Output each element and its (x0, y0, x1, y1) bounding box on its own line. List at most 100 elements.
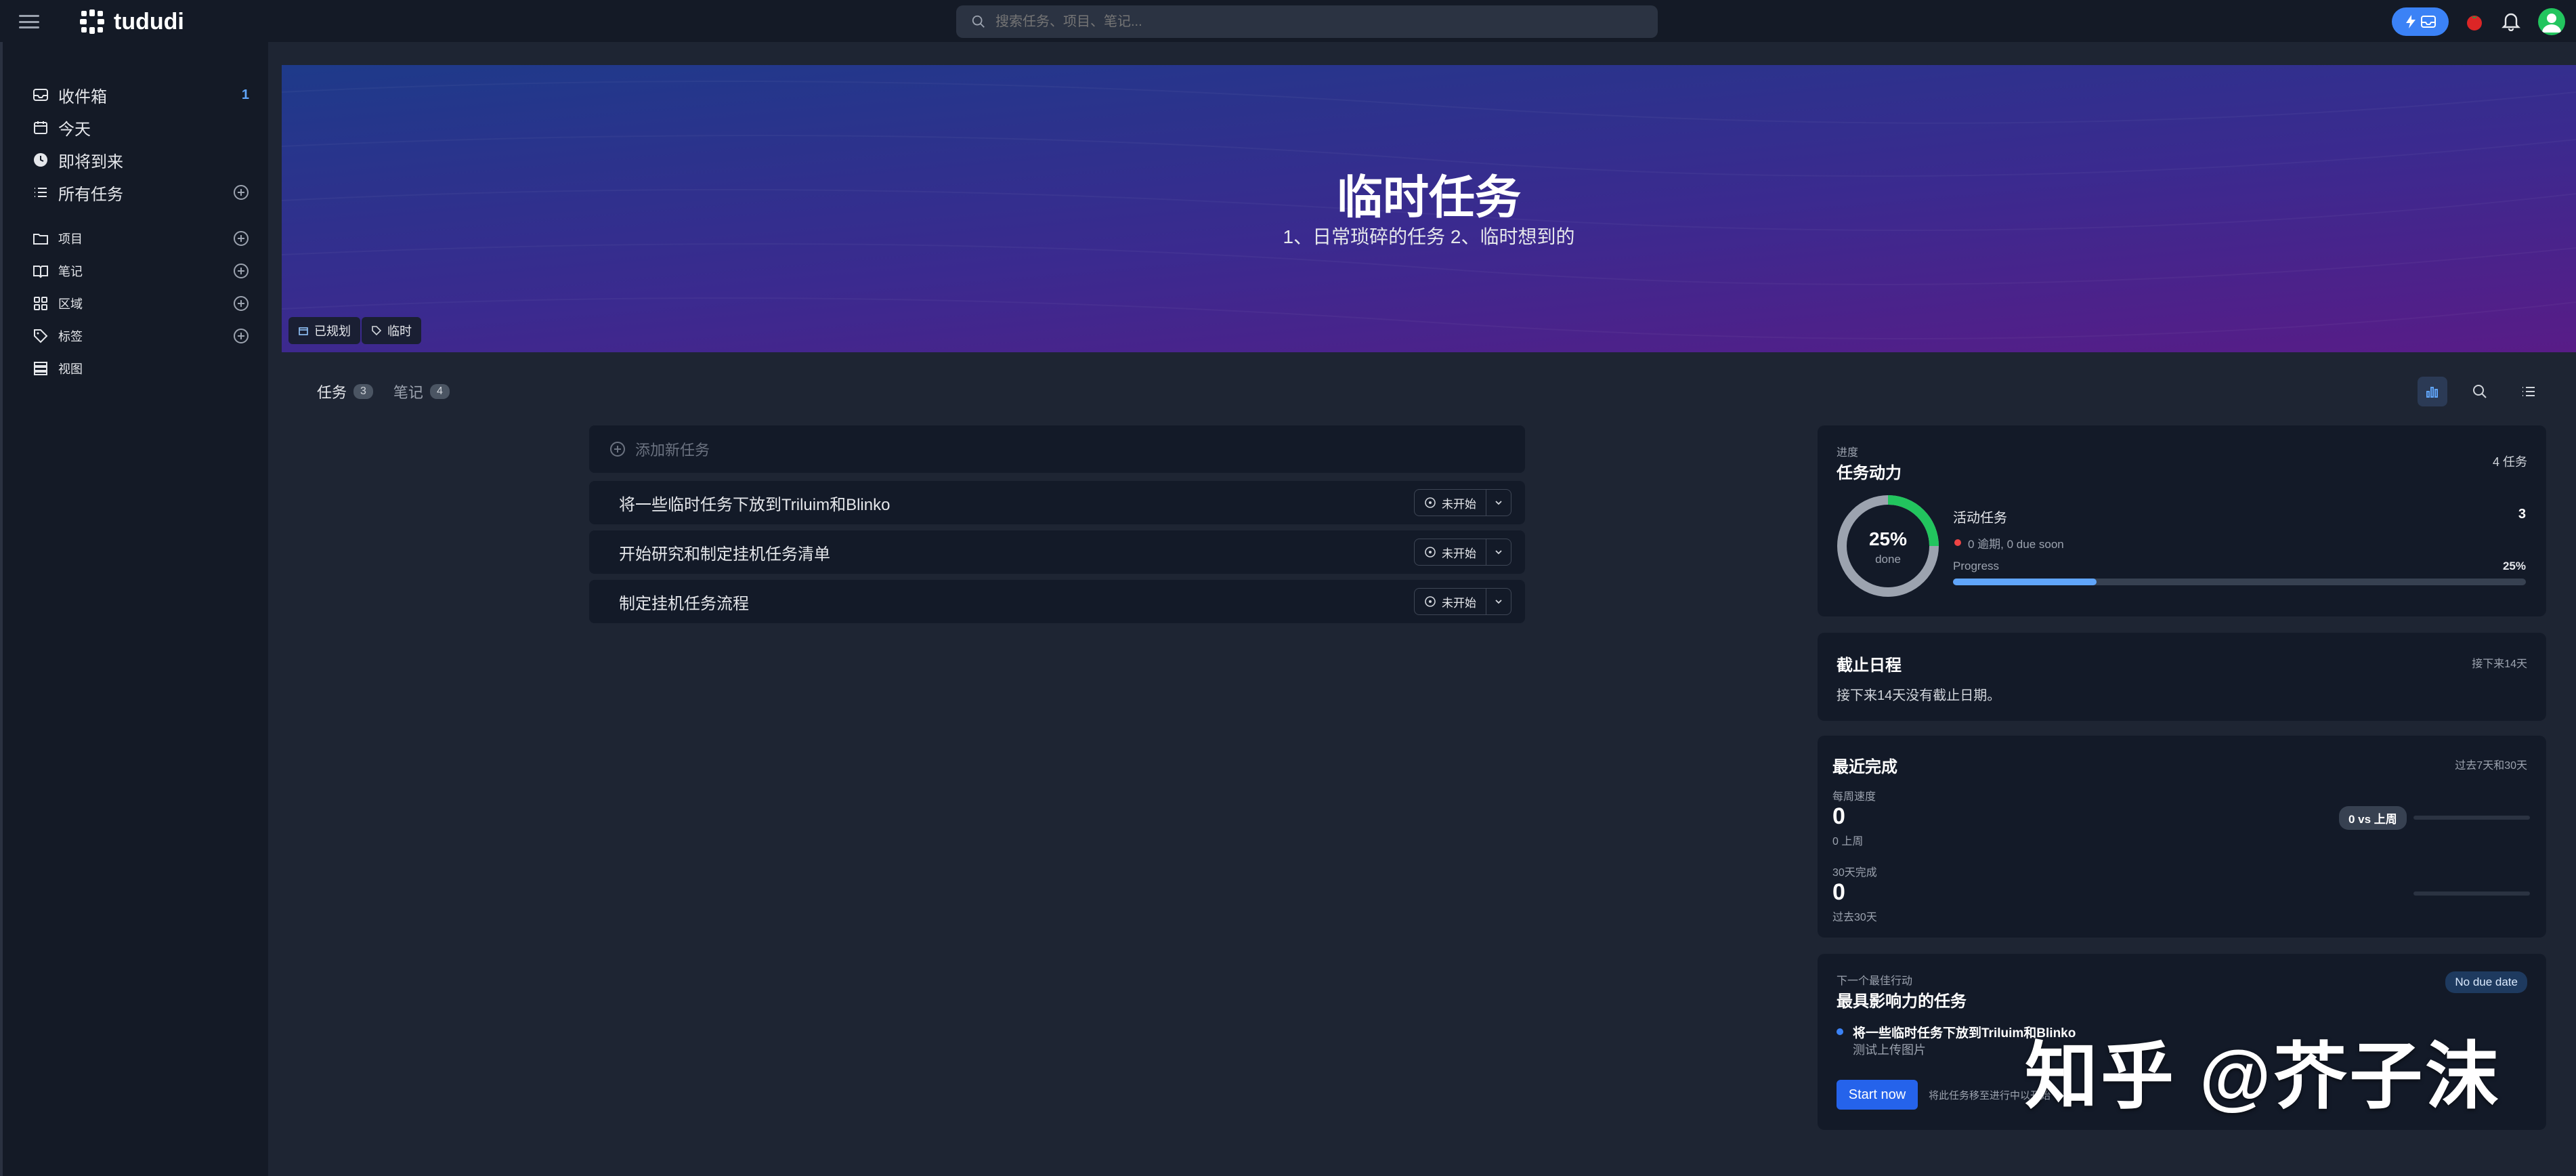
active-tasks-label: 活动任务 (1953, 511, 2007, 526)
task-total: 4 任务 (2492, 455, 2527, 469)
sidebar: 收件箱 1 今天 即将到来 所有任务 项目 笔记 区域 标签 视图 (0, 42, 268, 1176)
done-label: done (1875, 553, 1901, 566)
status-dropdown[interactable] (1486, 597, 1511, 606)
sidebar-item-projects[interactable]: 项目 (33, 225, 249, 252)
search-icon (972, 15, 985, 28)
project-status-chip[interactable]: 已规划 (288, 317, 360, 344)
task-title: 开始研究和制定挂机任务清单 (619, 545, 830, 564)
monthly-value: 0 (1832, 879, 1845, 905)
sidebar-item-notes[interactable]: 笔记 (33, 257, 249, 285)
sidebar-item-label: 项目 (58, 232, 83, 246)
sidebar-item-label: 笔记 (58, 265, 83, 278)
status-button[interactable]: 未开始 (1415, 589, 1486, 614)
avatar[interactable] (2538, 8, 2565, 35)
insights-toggle-button[interactable] (2418, 377, 2447, 406)
circle-status-icon (1425, 547, 1436, 558)
next-task-sub: 测试上传图片 (1853, 1043, 1926, 1057)
clock-icon (34, 153, 47, 167)
card-title: 截止日程 (1837, 656, 1902, 675)
pomodoro-icon[interactable] (2465, 12, 2484, 31)
search-input[interactable] (995, 14, 1605, 30)
status-label: 未开始 (1442, 596, 1476, 610)
weekly-sub: 0 上周 (1832, 836, 1864, 847)
inbox-icon (33, 89, 48, 101)
recent-range: 过去7天和30天 (2455, 760, 2527, 772)
add-task-icon[interactable] (233, 184, 249, 201)
add-project-icon[interactable] (233, 230, 249, 247)
chevron-down-icon (1495, 501, 1502, 505)
project-title: 临时任务 (1336, 172, 1521, 224)
card-title: 任务动力 (1837, 464, 1902, 482)
lightning-icon (2406, 15, 2416, 28)
add-task-input[interactable]: 添加新任务 (589, 425, 1525, 473)
task-row[interactable]: 将一些临时任务下放到Triluim和Blinko 未开始 (589, 481, 1525, 524)
start-now-button[interactable]: Start now (1837, 1080, 1918, 1110)
tag-icon (372, 326, 382, 336)
circle-status-icon (1425, 596, 1436, 607)
progress-bar-fill (1953, 579, 2097, 585)
task-status-control[interactable]: 未开始 (1414, 588, 1511, 615)
task-title: 将一些临时任务下放到Triluim和Blinko (619, 495, 890, 514)
overdue-dot (1954, 539, 1961, 546)
bell-icon[interactable] (2502, 11, 2520, 31)
logo-icon (80, 9, 104, 34)
monthly-bar (2413, 891, 2530, 896)
add-area-icon[interactable] (233, 295, 249, 312)
sidebar-item-upcoming[interactable]: 即将到来 (33, 146, 249, 173)
list-icon (2523, 387, 2535, 396)
status-button[interactable]: 未开始 (1415, 539, 1486, 565)
global-search[interactable] (956, 5, 1658, 38)
stack-icon (34, 362, 47, 375)
bar-chart-icon (2426, 387, 2438, 398)
book-icon (33, 266, 48, 278)
monthly-sub: 过去30天 (1832, 912, 1877, 923)
add-tag-icon[interactable] (233, 328, 249, 344)
grid-icon (34, 297, 47, 310)
user-icon (2542, 14, 2561, 33)
tab-label: 笔记 (393, 384, 423, 401)
tab-notes[interactable]: 笔记 4 (393, 381, 450, 402)
sidebar-item-views[interactable]: 视图 (33, 355, 249, 382)
status-button[interactable]: 未开始 (1415, 490, 1486, 516)
weekly-compare-badge: 0 vs 上周 (2339, 806, 2407, 830)
tab-tasks[interactable]: 任务 3 (317, 381, 373, 402)
progress-label: Progress (1953, 560, 2000, 572)
progress-value: 25% (2502, 560, 2526, 572)
task-search-button[interactable] (2465, 377, 2495, 406)
list-view-button[interactable] (2514, 377, 2543, 406)
sidebar-item-inbox[interactable]: 收件箱 1 (33, 81, 249, 108)
card-eyebrow: 下一个最佳行动 (1837, 975, 1913, 987)
monthly-label: 30天完成 (1832, 867, 1877, 879)
tab-count: 3 (353, 384, 373, 399)
sidebar-item-label: 收件箱 (58, 87, 107, 106)
task-status-control[interactable]: 未开始 (1414, 539, 1511, 566)
project-tag-chip[interactable]: 临时 (362, 317, 421, 344)
content-tabs: 任务 3 笔记 4 (317, 381, 450, 402)
card-title: 最近完成 (1832, 758, 1897, 776)
sidebar-item-label: 今天 (58, 120, 91, 139)
quick-capture-button[interactable] (2392, 7, 2449, 36)
project-banner: 临时任务 1、日常琐碎的任务 2、临时想到的 已规划 临时 (282, 65, 2576, 352)
tab-count: 4 (429, 384, 450, 399)
app-logo[interactable]: tududi (79, 8, 184, 35)
momentum-card: 进度 任务动力 4 任务 25% done 活动任务 3 0 逾期, 0 due… (1818, 425, 2546, 616)
task-row[interactable]: 制定挂机任务流程 未开始 (589, 580, 1525, 623)
task-dot (1837, 1028, 1843, 1035)
sidebar-item-all-tasks[interactable]: 所有任务 (33, 179, 249, 206)
task-title: 制定挂机任务流程 (619, 594, 749, 613)
due-badge: No due date (2445, 971, 2527, 993)
sidebar-item-label: 所有任务 (58, 185, 123, 204)
sidebar-item-today[interactable]: 今天 (33, 114, 249, 141)
status-dropdown[interactable] (1486, 547, 1511, 557)
task-row[interactable]: 开始研究和制定挂机任务清单 未开始 (589, 530, 1525, 574)
task-status-control[interactable]: 未开始 (1414, 489, 1511, 516)
menu-icon[interactable] (19, 15, 39, 28)
sidebar-item-label: 视图 (58, 362, 83, 376)
add-note-icon[interactable] (233, 263, 249, 279)
plus-circle-icon (610, 442, 625, 457)
sidebar-item-areas[interactable]: 区域 (33, 290, 249, 317)
sidebar-item-label: 即将到来 (58, 152, 123, 171)
sidebar-item-tags[interactable]: 标签 (33, 322, 249, 350)
status-dropdown[interactable] (1486, 498, 1511, 507)
card-title: 最具影响力的任务 (1837, 992, 1967, 1011)
